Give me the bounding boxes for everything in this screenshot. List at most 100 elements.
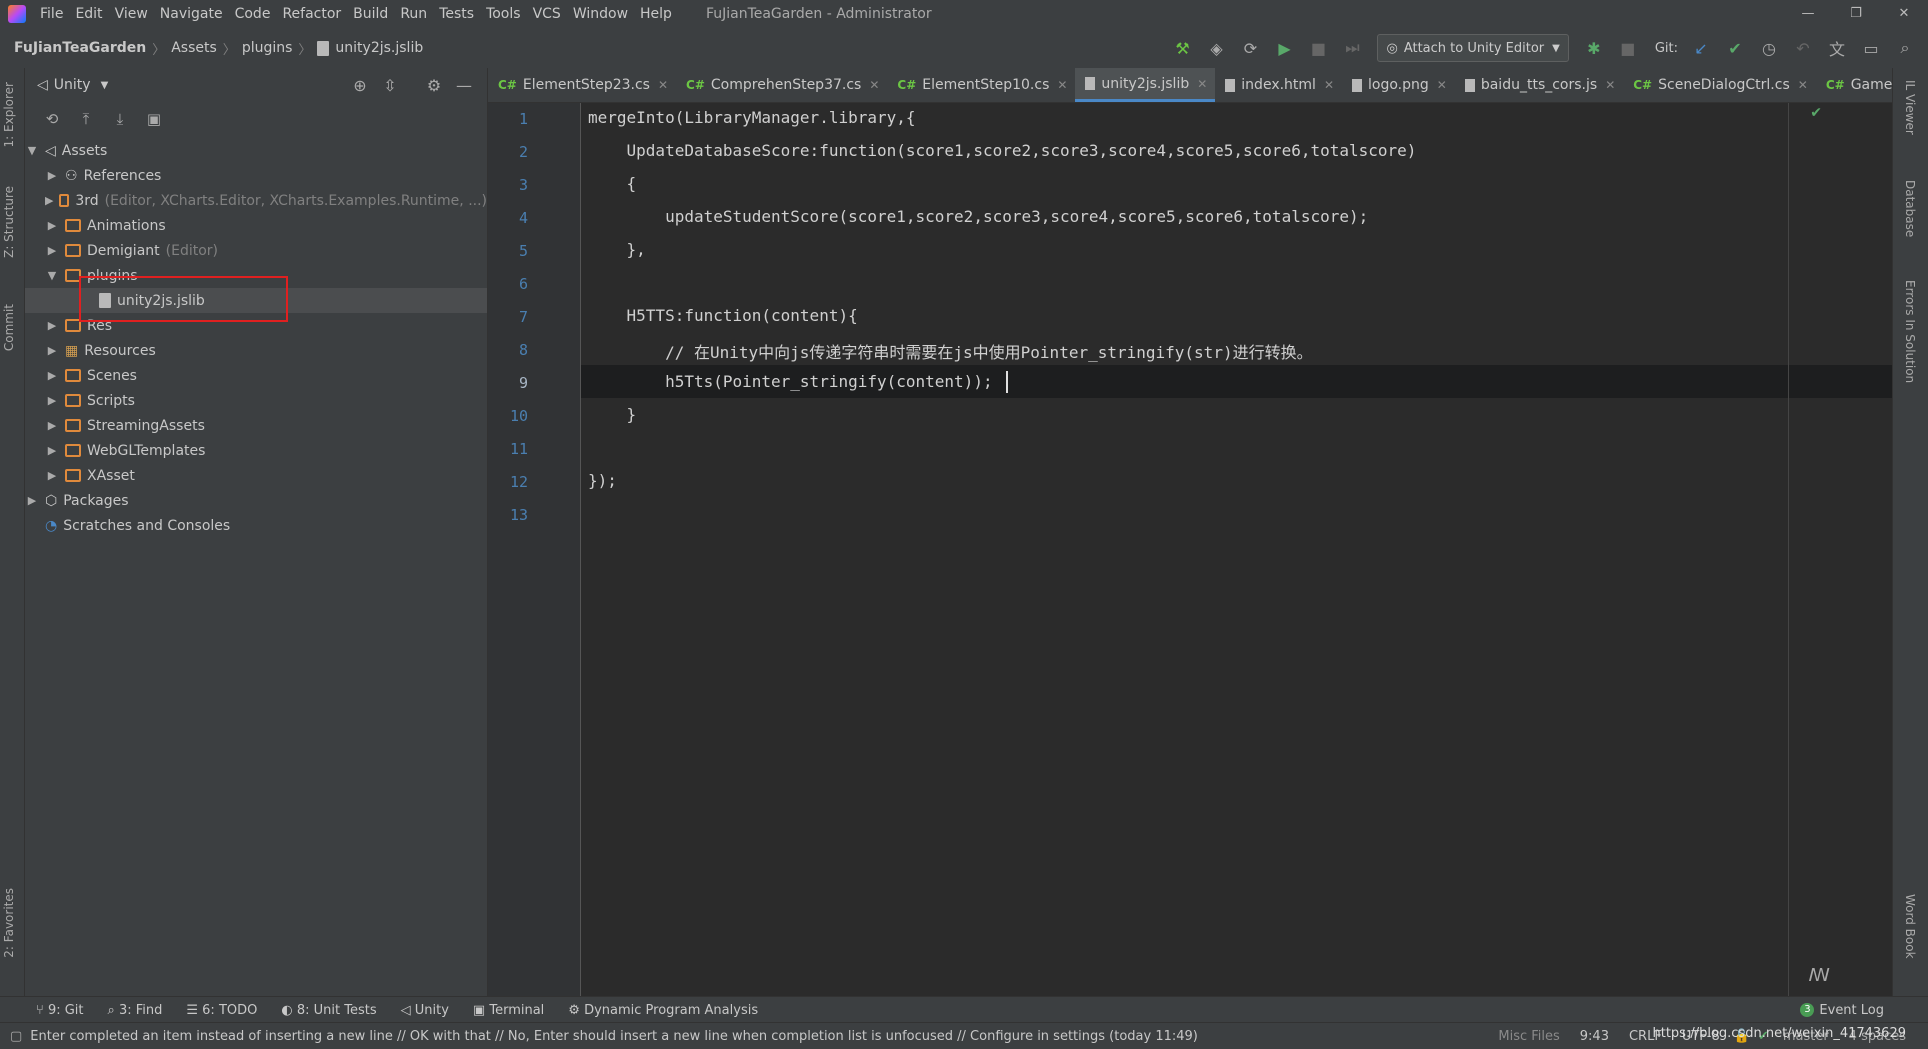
hide-icon[interactable]: —: [449, 76, 479, 95]
stop-icon[interactable]: ■: [1304, 34, 1332, 62]
tree-item-3rd[interactable]: ▶ 3rd (Editor, XCharts.Editor, XCharts.E…: [25, 188, 487, 213]
expanded-arrow-icon[interactable]: ▼: [25, 144, 39, 157]
status-toggle-icon[interactable]: ▢: [10, 1029, 22, 1044]
menu-tests[interactable]: Tests: [433, 6, 480, 22]
tab-scenedialogctrl[interactable]: C# SceneDialogCtrl.cs ✕: [1623, 68, 1816, 102]
tree-item-xasset[interactable]: ▶ XAsset: [25, 463, 487, 488]
collapsed-arrow-icon[interactable]: ▶: [45, 169, 59, 182]
collapsed-arrow-icon[interactable]: ▶: [45, 319, 59, 332]
collapsed-arrow-icon[interactable]: ▶: [45, 469, 59, 482]
tree-item-demigiant[interactable]: ▶ Demigiant (Editor): [25, 238, 487, 263]
rollback-icon[interactable]: ↶: [1789, 34, 1817, 62]
step-icon[interactable]: ⏭: [1338, 34, 1366, 62]
tree-item-assets[interactable]: ▼ ◁ Assets: [25, 138, 487, 163]
collapse-all-icon[interactable]: ⇳: [375, 76, 405, 95]
tree-item-scenes[interactable]: ▶ Scenes: [25, 363, 487, 388]
collapsed-arrow-icon[interactable]: ▶: [45, 419, 59, 432]
unity-logo-icon[interactable]: ◈: [1202, 34, 1230, 62]
tab-index-html[interactable]: index.html ✕: [1215, 68, 1342, 102]
todo-tool-button[interactable]: ☰ 6: TODO: [174, 1003, 269, 1018]
status-message[interactable]: Enter completed an item instead of inser…: [30, 1029, 1198, 1044]
close-tab-icon[interactable]: ✕: [1437, 78, 1447, 92]
chevron-down-icon[interactable]: ▼: [101, 80, 109, 91]
menu-build[interactable]: Build: [347, 6, 394, 22]
inspection-ok-icon[interactable]: ✔: [1810, 105, 1822, 121]
errors-in-solution-tab[interactable]: Errors In Solution: [1903, 280, 1917, 383]
collapsed-arrow-icon[interactable]: ▶: [45, 219, 59, 232]
file-context[interactable]: Misc Files: [1488, 1029, 1569, 1044]
restore-icon[interactable]: ❐: [1832, 0, 1880, 28]
include-icon[interactable]: ⤓: [103, 110, 137, 128]
translate-icon[interactable]: 文: [1823, 34, 1851, 62]
close-icon[interactable]: ✕: [1880, 0, 1928, 28]
tree-item-references[interactable]: ▶ ⚇ References: [25, 163, 487, 188]
run-icon[interactable]: ▶: [1270, 34, 1298, 62]
breadcrumb-project[interactable]: FuJianTeaGarden: [0, 40, 152, 56]
close-tab-icon[interactable]: ✕: [1197, 77, 1207, 91]
collapsed-arrow-icon[interactable]: ▶: [45, 194, 53, 207]
menu-help[interactable]: Help: [634, 6, 678, 22]
close-tab-icon[interactable]: ✕: [1605, 78, 1615, 92]
refresh-icon[interactable]: ⟳: [1236, 34, 1264, 62]
tree-item-resources[interactable]: ▶ ▦ Resources: [25, 338, 487, 363]
il-viewer-tab[interactable]: IL Viewer: [1903, 80, 1917, 135]
git-update-icon[interactable]: ↙: [1687, 34, 1715, 62]
collapsed-arrow-icon[interactable]: ▶: [25, 494, 39, 507]
tree-item-scripts[interactable]: ▶ Scripts: [25, 388, 487, 413]
debug-icon[interactable]: ✱: [1580, 34, 1608, 62]
structure-tab[interactable]: Z: Structure: [2, 186, 16, 258]
menu-navigate[interactable]: Navigate: [154, 6, 229, 22]
tab-logo-png[interactable]: logo.png ✕: [1342, 68, 1455, 102]
reader-mode-icon[interactable]: ꟿ: [1808, 965, 1830, 986]
layout-icon[interactable]: ▭: [1857, 34, 1885, 62]
favorites-tab[interactable]: 2: Favorites: [2, 888, 16, 958]
close-tab-icon[interactable]: ✕: [1324, 78, 1334, 92]
tab-comprehenstep37[interactable]: C# ComprehenStep37.cs ✕: [676, 68, 887, 102]
attach-to-unity-dropdown[interactable]: ◎ Attach to Unity Editor ▼: [1377, 34, 1569, 62]
exclude-icon[interactable]: ⤒: [69, 110, 103, 128]
menu-code[interactable]: Code: [229, 6, 277, 22]
close-tab-icon[interactable]: ✕: [1057, 78, 1067, 92]
show-all-files-icon[interactable]: ▣: [137, 110, 171, 128]
stop-debug-icon[interactable]: ■: [1614, 34, 1642, 62]
word-book-tab[interactable]: Word Book: [1903, 894, 1917, 959]
terminal-tool-button[interactable]: ▣ Terminal: [461, 1003, 556, 1018]
breadcrumb-plugins[interactable]: plugins: [236, 40, 299, 56]
tree-item-streamingassets[interactable]: ▶ StreamingAssets: [25, 413, 487, 438]
collapsed-arrow-icon[interactable]: ▶: [45, 344, 59, 357]
unit-tests-tool-button[interactable]: ◐ 8: Unit Tests: [269, 1003, 388, 1018]
menu-edit[interactable]: Edit: [69, 6, 108, 22]
tree-item-webgltemplates[interactable]: ▶ WebGLTemplates: [25, 438, 487, 463]
expanded-arrow-icon[interactable]: ▼: [45, 269, 59, 282]
menu-run[interactable]: Run: [394, 6, 433, 22]
explorer-tab[interactable]: 1: Explorer: [2, 82, 16, 147]
history-icon[interactable]: ◷: [1755, 34, 1783, 62]
locate-icon[interactable]: ⊕: [345, 76, 375, 95]
collapsed-arrow-icon[interactable]: ▶: [45, 394, 59, 407]
menu-vcs[interactable]: VCS: [527, 6, 567, 22]
breadcrumb-file[interactable]: unity2js.jslib: [335, 40, 429, 56]
tab-elementstep10[interactable]: C# ElementStep10.cs ✕: [887, 68, 1075, 102]
unity-refresh-icon[interactable]: ⟲: [35, 110, 69, 128]
menu-refactor[interactable]: Refactor: [276, 6, 347, 22]
event-log-button[interactable]: 3 Event Log: [1800, 997, 1884, 1023]
dynamic-analysis-tool-button[interactable]: ⚙ Dynamic Program Analysis: [556, 1003, 770, 1018]
tree-item-packages[interactable]: ▶ ⬡ Packages: [25, 488, 487, 513]
build-hammer-icon[interactable]: ⚒: [1168, 34, 1196, 62]
collapsed-arrow-icon[interactable]: ▶: [45, 444, 59, 457]
collapsed-arrow-icon[interactable]: ▶: [45, 244, 59, 257]
tree-item-animations[interactable]: ▶ Animations: [25, 213, 487, 238]
menu-tools[interactable]: Tools: [480, 6, 527, 22]
git-tool-button[interactable]: ⑂ 9: Git: [0, 1003, 96, 1018]
menu-window[interactable]: Window: [567, 6, 634, 22]
search-icon[interactable]: ⌕: [1891, 34, 1919, 62]
code-editor[interactable]: 1 2 3 4 5 6 7 8 9 10 11 12 13 mergeInto(…: [488, 103, 1892, 996]
database-tab[interactable]: Database: [1903, 180, 1917, 237]
git-commit-icon[interactable]: ✔: [1721, 34, 1749, 62]
caret-position[interactable]: 9:43: [1570, 1029, 1619, 1044]
commit-tab[interactable]: Commit: [2, 304, 16, 351]
close-tab-icon[interactable]: ✕: [869, 78, 879, 92]
minimize-icon[interactable]: —: [1784, 0, 1832, 28]
project-view-selector[interactable]: Unity: [54, 77, 91, 93]
tree-item-scratches[interactable]: ◔ Scratches and Consoles: [25, 513, 487, 538]
